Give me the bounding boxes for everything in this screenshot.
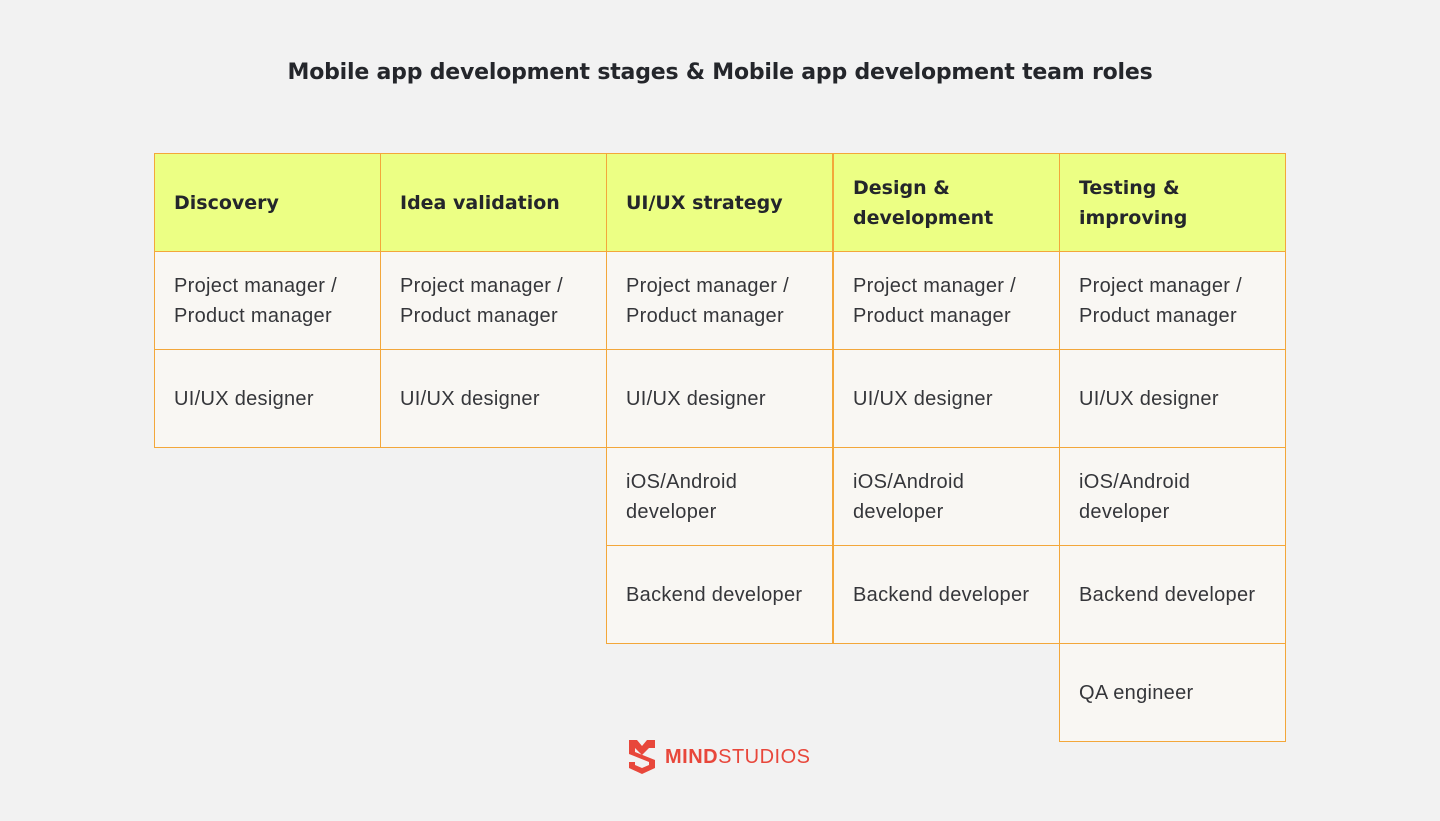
stage-header: Testing & improving	[1059, 153, 1286, 252]
stage-column-design-development: Design & development Project manager / P…	[833, 153, 1060, 644]
stage-column-testing-improving: Testing & improving Project manager / Pr…	[1059, 153, 1286, 742]
role-cell: Backend developer	[833, 545, 1060, 644]
stage-header: UI/UX strategy	[606, 153, 833, 252]
role-cell: Backend developer	[1059, 545, 1286, 644]
logo-text-bold: MIND	[665, 745, 719, 768]
role-cell: Project manager / Product manager	[1059, 251, 1286, 350]
logo-text: MINDSTUDIOS	[665, 746, 811, 769]
role-cell: iOS/Android developer	[1059, 447, 1286, 546]
mindstudios-logo: MINDSTUDIOS	[629, 740, 811, 774]
stage-header: Idea validation	[380, 153, 607, 252]
role-cell: Project manager / Product manager	[154, 251, 381, 350]
role-cell: UI/UX designer	[154, 349, 381, 448]
stage-header: Design & development	[833, 153, 1060, 252]
mindstudios-shield-icon	[629, 740, 655, 774]
role-cell: Project manager / Product manager	[606, 251, 833, 350]
stage-column-uiux-strategy: UI/UX strategy Project manager / Product…	[606, 153, 833, 644]
stage-header: Discovery	[154, 153, 381, 252]
stage-column-idea-validation: Idea validation Project manager / Produc…	[380, 153, 607, 448]
role-cell: Project manager / Product manager	[380, 251, 607, 350]
role-cell: iOS/Android developer	[833, 447, 1060, 546]
role-cell: Backend developer	[606, 545, 833, 644]
role-cell: iOS/Android developer	[606, 447, 833, 546]
role-cell: QA engineer	[1059, 643, 1286, 742]
role-cell: UI/UX designer	[380, 349, 607, 448]
role-cell: UI/UX designer	[1059, 349, 1286, 448]
logo-text-regular: STUDIOS	[718, 745, 811, 768]
role-cell: Project manager / Product manager	[833, 251, 1060, 350]
role-cell: UI/UX designer	[606, 349, 833, 448]
role-cell: UI/UX designer	[833, 349, 1060, 448]
stage-column-discovery: Discovery Project manager / Product mana…	[154, 153, 381, 448]
page-title: Mobile app development stages & Mobile a…	[287, 60, 1153, 85]
